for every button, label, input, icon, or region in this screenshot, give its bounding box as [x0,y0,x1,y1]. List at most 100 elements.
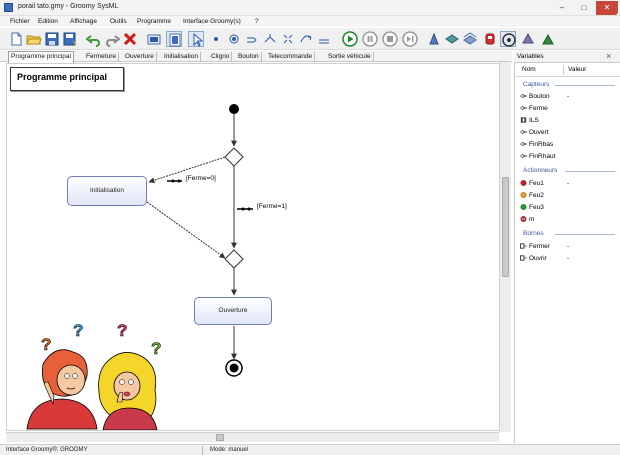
menu-edition[interactable]: Edition [38,18,58,25]
open-icon[interactable] [26,31,42,47]
redo-icon[interactable] [104,31,120,47]
merge-node-icon[interactable] [280,31,296,47]
variable-value: - [567,255,570,262]
tab-fermeture[interactable]: Fermeture [84,52,119,62]
confused-kids-illustration: ? ? ? ? [26,321,162,430]
terminal-icon [520,255,527,261]
horizontal-scrollbar[interactable] [6,432,499,442]
sensor-icon [520,106,527,111]
variables-panel-title[interactable]: Variables [517,53,544,60]
decision-node-icon[interactable] [244,31,260,47]
variable-row[interactable]: Feu2 [520,192,544,199]
variables-panel: Nom Valeur Capteurs Bouton - Ferme ILS O… [514,63,620,443]
variable-row[interactable]: Fermer [520,243,550,250]
variables-close-icon[interactable]: × [606,51,611,61]
variables-panel-header: Variables × [514,51,620,63]
diagram-canvas[interactable]: Programme principal ? ? ? ? Initialisati… [6,63,505,431]
tab-telecommande[interactable]: Telecommande [266,52,316,62]
decision-node[interactable] [224,147,244,167]
menu-affichage[interactable]: Affichage [70,18,97,25]
menu-outils[interactable]: Outils [110,18,127,25]
variable-row[interactable]: Ferme [520,105,548,112]
horizontal-scroll-thumb[interactable] [216,434,224,441]
status-bar: Interface Groomy®: GROOMY Mode: manuel [0,444,620,455]
connect-icon[interactable] [500,31,516,47]
guard-label-1[interactable]: [Ferme=0] [186,175,216,182]
tab-bar: Programme principal Fermeture Ouverture … [0,51,512,63]
column-header-nom[interactable]: Nom [522,66,536,73]
vertical-scroll-thumb[interactable] [502,177,509,277]
stop-icon[interactable] [382,31,398,47]
app-icon [4,3,13,12]
variable-row[interactable]: Bouton [520,93,550,100]
variable-row[interactable]: Ouvert [520,129,549,136]
tool-d-icon[interactable] [520,31,536,47]
guard-label-2[interactable]: [Ferme=1] [257,203,287,210]
svg-text:?: ? [73,321,83,340]
menu-programme[interactable]: Programme [137,18,171,25]
tab-bouton[interactable]: Bouton [236,52,262,62]
variable-row[interactable]: m [520,216,534,223]
new-icon[interactable] [8,31,24,47]
terminal-icon [520,243,527,249]
flow-initialisation-to-merge[interactable] [146,201,226,259]
window-title: porail tato.gmy - Groomy SysML [18,3,119,10]
variable-row[interactable]: Ouvrir [520,255,547,262]
menu-interface-groomy[interactable]: Interface Groomy(s) [183,18,241,25]
merge-node[interactable] [224,249,244,269]
pointer-icon[interactable] [188,31,204,47]
close-button[interactable]: ✕ [596,1,618,15]
step-icon[interactable] [402,31,418,47]
initial-node-icon[interactable] [208,31,224,47]
minimize-button[interactable]: – [552,1,572,15]
tool-c-icon[interactable] [462,31,478,47]
initial-node[interactable] [229,104,239,114]
toolbar [0,28,620,50]
tab-programme-principal[interactable]: Programme principal [8,51,74,63]
tab-ouverture[interactable]: Ouverture [123,52,157,62]
sensor-icon [520,142,527,147]
delete-icon[interactable] [122,31,138,47]
action-initialisation[interactable]: Initialisation [67,176,147,206]
undo-icon[interactable] [86,31,102,47]
robot-icon[interactable] [482,31,498,47]
guard-marker-1 [167,179,182,183]
variable-row[interactable]: Feu1 [520,180,544,187]
menu-help[interactable]: ? [255,18,259,25]
variable-row[interactable]: FinRhaut [520,153,555,160]
menu-fichier[interactable]: Fichier [10,18,30,25]
tool-b-icon[interactable] [444,31,460,47]
orange-light-icon [520,192,527,199]
maximize-button[interactable]: □ [574,1,594,15]
panel-icon[interactable] [166,31,182,47]
pause-icon[interactable] [362,31,378,47]
tool-a-icon[interactable] [426,31,442,47]
transition-icon[interactable] [316,31,332,47]
tab-sortie-vehicule[interactable]: Sortie véhicule [326,52,374,62]
variable-row[interactable]: FinRbas [520,141,553,148]
action-ouverture[interactable]: Ouverture [194,297,272,325]
variable-row[interactable]: Feu3 [520,204,544,211]
column-header-valeur[interactable]: Valeur [568,66,586,73]
vertical-scrollbar[interactable] [499,62,511,432]
status-mode: Mode: manuel [210,447,249,453]
settings-icon[interactable] [540,31,556,47]
guard-marker-2 [237,207,253,211]
group-capteurs: Capteurs [523,81,550,88]
flow-icon[interactable] [298,31,314,47]
run-icon[interactable] [342,31,358,47]
ils-icon [520,117,527,123]
svg-text:?: ? [117,321,127,340]
view-icon[interactable] [146,31,162,47]
action-node-icon[interactable] [226,31,242,47]
title-bar: porail tato.gmy - Groomy SysML – □ ✕ [0,0,620,16]
tab-cligno[interactable]: Cligno [209,52,233,62]
fork-node-icon[interactable] [262,31,278,47]
save-icon[interactable] [44,31,60,47]
status-interface: Interface Groomy®: GROOMY [6,447,88,453]
save-as-icon[interactable] [62,31,78,47]
svg-text:?: ? [151,339,161,358]
sensor-icon [520,154,527,159]
tab-initialisation[interactable]: Initialisation [162,52,201,62]
variable-row[interactable]: ILS [520,117,539,124]
